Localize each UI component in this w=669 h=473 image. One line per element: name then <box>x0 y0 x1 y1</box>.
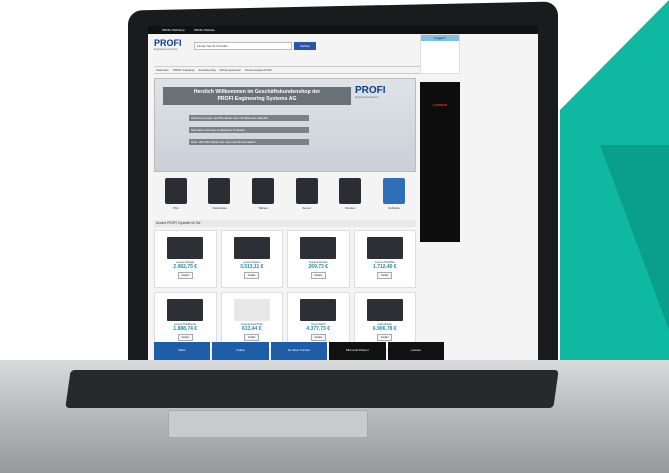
nav-item-billing[interactable]: Rechnungsanschrift <box>245 68 272 72</box>
banner-bullet: Schnelle Lieferung verfügbarer Produkte <box>189 127 309 133</box>
partner-logo[interactable]: DELL <box>154 342 211 360</box>
site-logo-sub: Engineering Systems <box>154 48 178 51</box>
software-box-icon <box>383 178 406 204</box>
product-price: 1.712,46 € <box>372 264 397 270</box>
nav-item-config[interactable]: Zusatzkonfig <box>199 68 216 72</box>
product-image <box>167 237 204 259</box>
details-button[interactable]: Details <box>244 272 260 279</box>
lenovo-ad-text: Lenovo <box>432 102 448 107</box>
banner-bullet: Über 100.000 Artikel und mehr als 80 Her… <box>189 139 309 145</box>
partner-logo-strip: DELL Fujitsu hp Silver Partner Microsoft… <box>154 342 445 360</box>
site-top-bar: PROFI Webshop PROFI Website <box>148 26 538 34</box>
product-price: 269,73 € <box>308 264 328 270</box>
details-button[interactable]: Details <box>377 334 393 341</box>
details-button[interactable]: Details <box>177 272 193 279</box>
printer-icon <box>339 178 362 204</box>
welcome-banner[interactable]: Herzlich Willkommen im Geschäftskundensh… <box>154 78 416 172</box>
product-card[interactable]: Lenovo ThinkPad 1.712,46 € Details <box>353 230 416 288</box>
category-label: Notebooks <box>212 206 227 210</box>
product-price: 6.906,78 € <box>372 326 397 332</box>
top-link-webshop[interactable]: PROFI Webshop <box>162 28 185 32</box>
category-tablets[interactable]: Tablets <box>246 178 280 214</box>
banner-title-line1: Herzlich Willkommen im Geschäftskundensh… <box>193 89 321 95</box>
product-card[interactable]: Lenovo System 3.513,11 € Details <box>220 230 283 288</box>
laptop-display: PROFI Webshop PROFI Website PROFI Engine… <box>148 26 538 360</box>
product-card[interactable]: Kyocera Drucker 269,73 € Details <box>287 230 350 288</box>
details-button[interactable]: Details <box>377 272 393 279</box>
product-image <box>366 299 403 321</box>
partner-logo[interactable]: hp Silver Partner <box>270 342 328 360</box>
details-button[interactable]: Details <box>310 334 326 341</box>
category-label: Software <box>388 206 401 210</box>
search-button[interactable]: Suchen <box>294 42 316 50</box>
top-link-website[interactable]: PROFI Website <box>194 28 215 32</box>
topseller-heading: Unsere PROFI Topseller für Sie <box>154 220 416 227</box>
category-software[interactable]: Software <box>377 178 411 214</box>
desktop-pc-icon <box>164 178 187 204</box>
banner-title: Herzlich Willkommen im Geschäftskundensh… <box>163 87 351 105</box>
tablet-icon <box>252 178 275 204</box>
nav-item-payment[interactable]: Zahlungsweisen <box>220 68 242 72</box>
help-box: Fragen? <box>420 34 460 74</box>
product-image <box>300 237 337 259</box>
laptop-photo-scene: PROFI Webshop PROFI Website PROFI Engine… <box>0 0 669 473</box>
banner-logo-sub: Engineering Systems <box>355 96 379 99</box>
category-label: PCs <box>172 206 179 210</box>
category-label: Server <box>302 206 312 210</box>
category-row: PCs Notebooks Tablets Server Drucker Sof… <box>154 178 416 214</box>
product-price: 613,44 € <box>242 326 262 332</box>
nav-item-start[interactable]: Startseite <box>156 68 169 72</box>
lenovo-ad-panel[interactable]: Lenovo <box>420 82 460 242</box>
site-logo[interactable]: PROFI Engineering Systems <box>154 38 182 51</box>
product-card[interactable]: Lenovo Storage 2.962,75 € Details <box>154 230 217 288</box>
product-price: 4.377,73 € <box>306 326 331 332</box>
category-notebooks[interactable]: Notebooks <box>202 178 236 214</box>
main-navigation: Startseite PROFI Kataloge Zusatzkonfig Z… <box>154 66 424 74</box>
banner-title-line2: PROFI Engineering Systems AG <box>217 96 297 102</box>
notebook-icon <box>208 178 231 204</box>
product-image <box>300 299 337 321</box>
details-button[interactable]: Details <box>310 272 326 279</box>
product-image <box>233 299 270 321</box>
partner-logo[interactable]: Fujitsu <box>212 342 269 360</box>
category-label: Drucker <box>345 206 356 210</box>
details-button[interactable]: Details <box>244 334 260 341</box>
product-price: 3.513,11 € <box>240 264 264 270</box>
category-server[interactable]: Server <box>290 178 324 214</box>
details-button[interactable]: Details <box>177 334 193 341</box>
site-logo-text: PROFI <box>154 38 182 48</box>
partner-logo[interactable]: vmware <box>387 342 445 360</box>
category-printer[interactable]: Drucker <box>333 178 367 214</box>
product-image <box>233 237 270 259</box>
product-image <box>167 299 204 321</box>
touchpad <box>168 410 368 438</box>
search-input[interactable]: Finden Sie Ihr Produkt! <box>194 42 292 50</box>
product-grid: Lenovo Storage 2.962,75 € Details Lenovo S… <box>154 230 416 350</box>
banner-bullet: Sicheres Kaufen und Bezahlen beim Zertif… <box>189 115 309 121</box>
product-price: 2.962,75 € <box>173 264 198 270</box>
keyboard <box>65 370 559 408</box>
banner-logo-text: PROFI <box>355 85 386 96</box>
help-box-title: Fragen? <box>421 35 459 41</box>
product-price: 1.888,74 € <box>173 326 198 332</box>
partner-logo[interactable]: Microsoft Partner <box>329 342 386 360</box>
category-pcs[interactable]: PCs <box>159 178 193 214</box>
banner-logo: PROFI Engineering Systems <box>355 85 386 99</box>
nav-item-catalogs[interactable]: PROFI Kataloge <box>173 68 195 72</box>
server-icon <box>295 178 318 204</box>
product-image <box>366 237 403 259</box>
category-label: Tablets <box>258 206 268 210</box>
